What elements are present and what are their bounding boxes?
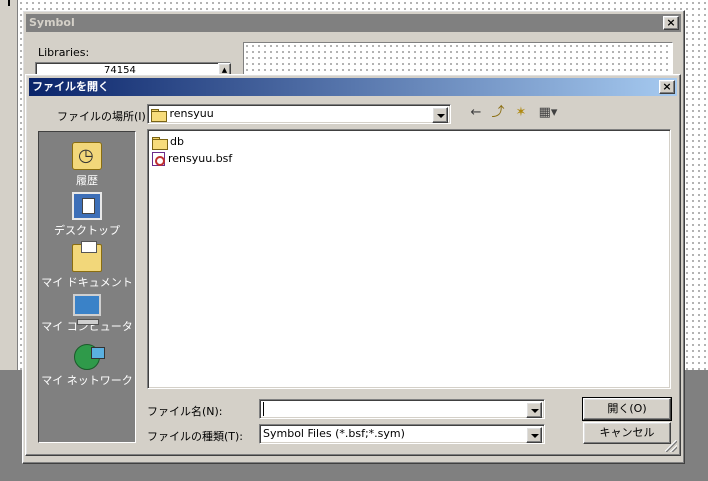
place-label: 履歴 — [76, 174, 98, 187]
view-menu-icon: ▦▾ — [538, 105, 558, 120]
new-folder-button[interactable]: ✶ — [512, 105, 530, 121]
bsf-file-icon — [152, 152, 165, 166]
place-desktop[interactable]: デスクトップ — [39, 192, 135, 238]
dialog-title: ファイルを開く — [32, 80, 109, 93]
places-bar: 履歴 デスクトップ マイ ドキュメント マイ コンピュータ マイ ネットワーク — [38, 131, 136, 443]
folder-icon — [152, 136, 168, 150]
libraries-label: Libraries: — [38, 46, 90, 59]
filetype-combo[interactable]: Symbol Files (*.bsf;*.sym) — [259, 424, 545, 444]
my-documents-icon — [72, 241, 102, 272]
filename-label: ファイル名(N): — [147, 405, 223, 418]
look-in-label: ファイルの場所(I): — [57, 110, 150, 123]
filetype-dropdown-button[interactable] — [526, 427, 542, 443]
place-my-computer[interactable]: マイ コンピュータ — [39, 294, 135, 334]
close-icon: × — [662, 80, 672, 93]
place-my-network[interactable]: マイ ネットワーク — [39, 344, 135, 388]
close-icon: × — [666, 16, 676, 29]
file-list[interactable]: db rensyuu.bsf — [147, 129, 671, 389]
filename-input[interactable] — [263, 402, 524, 416]
back-arrow-icon: ← — [470, 105, 482, 120]
symbol-window-title: Symbol — [29, 16, 75, 29]
pin-tool-icon[interactable] — [2, 0, 18, 8]
place-label: マイ ネットワーク — [41, 374, 133, 387]
history-icon — [72, 142, 102, 170]
my-network-icon — [74, 344, 105, 370]
file-name: db — [170, 135, 184, 148]
filetype-label: ファイルの種類(T): — [147, 430, 244, 443]
up-folder-icon: ⤴ — [491, 105, 505, 120]
filename-dropdown-button[interactable] — [526, 402, 542, 418]
desktop-icon — [72, 192, 102, 220]
editor-toolbar-strip — [0, 0, 18, 370]
new-folder-icon: ✶ — [515, 105, 527, 120]
view-menu-button[interactable]: ▦▾ — [535, 105, 561, 121]
symbol-window-title-bar: Symbol × — [26, 14, 681, 32]
dialog-title-bar: ファイルを開く × — [29, 78, 677, 96]
open-button[interactable]: 開く(O) — [582, 397, 672, 421]
my-computer-icon — [73, 294, 101, 325]
list-item[interactable]: rensyuu.bsf — [152, 151, 232, 167]
place-label: マイ ドキュメント — [41, 276, 133, 289]
dialog-close-button[interactable]: × — [659, 80, 675, 94]
look-in-combo[interactable]: rensyuu — [147, 104, 451, 124]
file-name: rensyuu.bsf — [168, 152, 233, 165]
look-in-dropdown-button[interactable] — [432, 107, 448, 123]
resize-grip-icon[interactable] — [665, 440, 677, 452]
place-history[interactable]: 履歴 — [39, 142, 135, 188]
place-my-documents[interactable]: マイ ドキュメント — [39, 241, 135, 290]
list-item[interactable]: db — [152, 134, 184, 150]
back-button[interactable]: ← — [467, 105, 485, 121]
look-in-value: rensyuu — [169, 107, 214, 120]
symbol-close-button[interactable]: × — [663, 16, 679, 30]
filetype-value: Symbol Files (*.bsf;*.sym) — [263, 427, 405, 440]
look-in-value-wrap: rensyuu — [151, 105, 430, 123]
file-open-dialog: ファイルを開く × ファイルの場所(I): rensyuu ← ⤴ ✶ ▦▾ 履… — [25, 74, 681, 456]
folder-icon — [151, 108, 167, 122]
up-one-level-button[interactable]: ⤴ — [489, 105, 507, 121]
place-label: デスクトップ — [54, 224, 120, 237]
scroll-up-arrow-icon: ▲ — [221, 66, 228, 74]
filename-combo[interactable] — [259, 399, 545, 419]
cancel-button[interactable]: キャンセル — [583, 422, 671, 444]
